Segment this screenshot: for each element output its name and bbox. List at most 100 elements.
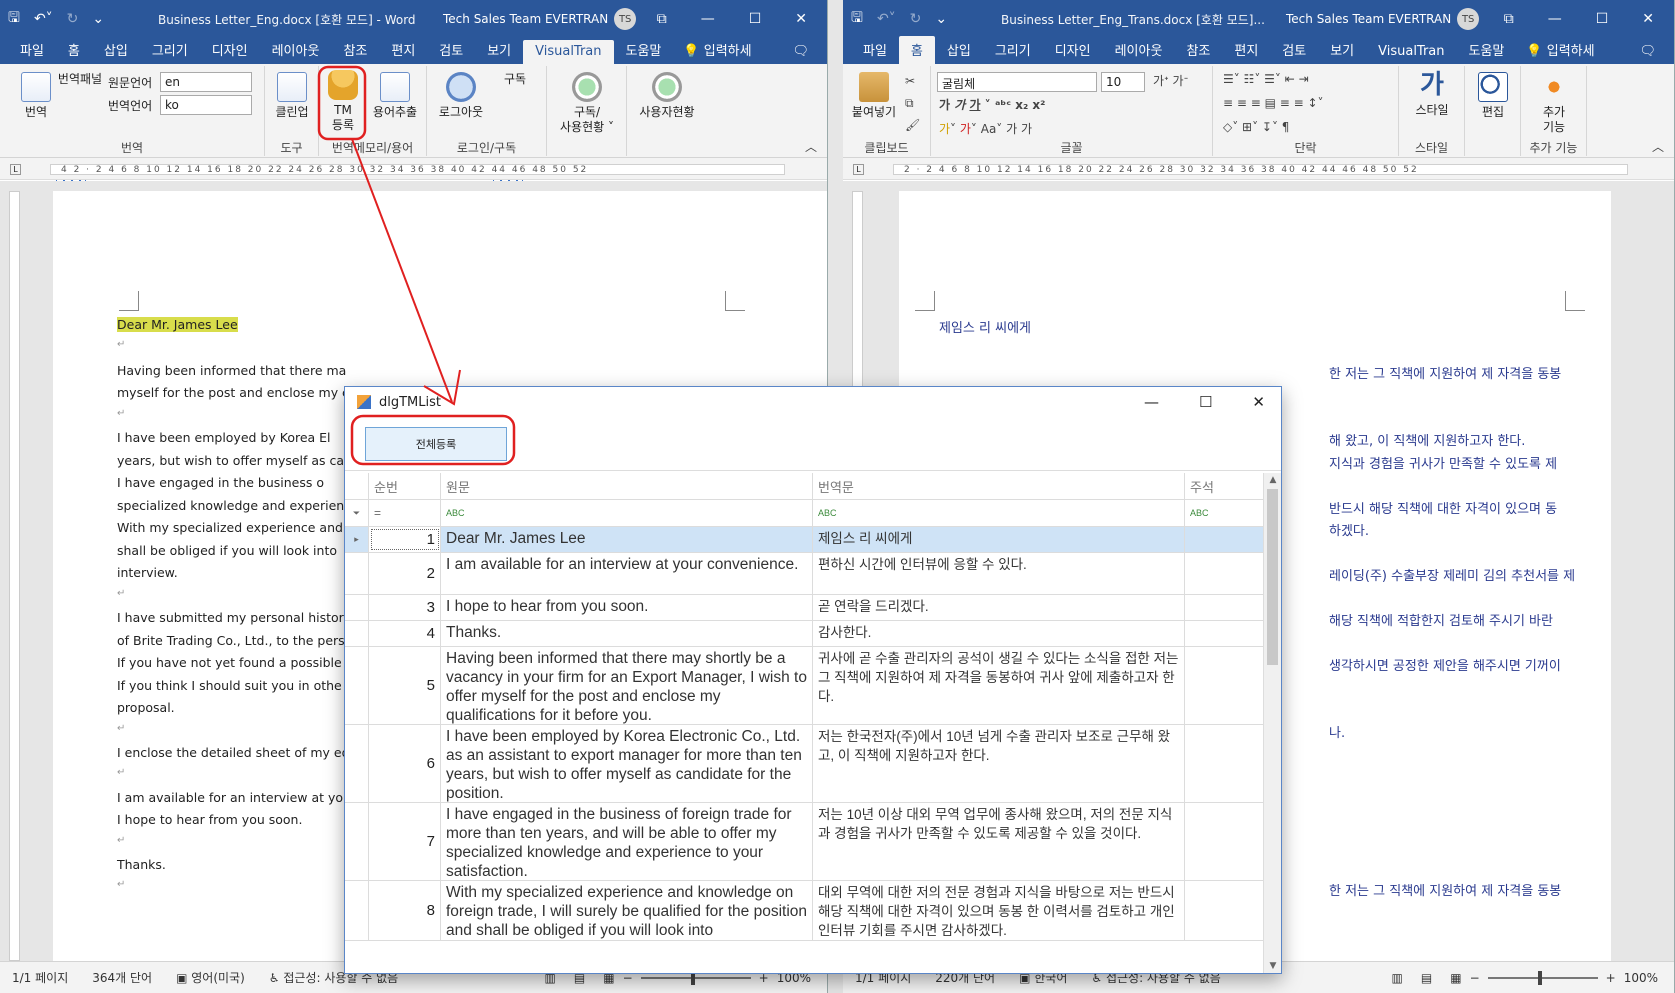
cell-target[interactable]: 저는 한국전자(주)에서 10년 넘게 수출 관리자 보조로 근무해 왔고, 이… <box>813 725 1185 802</box>
doc-paragraph[interactable]: 레이딩(주) 수출부장 제레미 김의 추천서를 제 <box>1329 565 1575 584</box>
column-header-source[interactable]: 원문 <box>441 473 813 499</box>
user-account[interactable]: Tech Sales Team EVERTRAN TS <box>443 8 643 30</box>
table-row[interactable]: 4 Thanks. 감사한다. <box>345 621 1263 647</box>
minimize-icon[interactable]: — <box>1548 11 1562 27</box>
ruler-scale[interactable]: 4 2 · 2 4 6 8 10 12 14 16 18 20 22 24 26… <box>50 164 785 175</box>
cell-no[interactable]: 8 <box>369 881 441 940</box>
register-all-button[interactable]: 전체등록 <box>365 427 507 461</box>
cell-note[interactable] <box>1185 647 1263 724</box>
ruler-scale[interactable]: 2 · 2 4 6 8 10 12 14 16 18 20 22 24 26 2… <box>893 164 1628 175</box>
ribbon-display-icon[interactable]: ⧉ <box>657 11 667 27</box>
tab-6[interactable]: 참조 <box>331 40 379 64</box>
doc-paragraph[interactable]: 반드시 해당 직책에 대한 자격이 있으며 동 <box>1329 498 1557 517</box>
user-account[interactable]: Tech Sales Team EVERTRAN TS <box>1286 8 1486 30</box>
maximize-icon[interactable]: ☐ <box>749 11 762 27</box>
comments-icon[interactable]: 🗨 <box>774 44 827 64</box>
doc-paragraph[interactable]: I enclose the detailed sheet of my ed <box>117 745 350 760</box>
cell-no[interactable]: 7 <box>369 803 441 880</box>
cell-note[interactable] <box>1185 725 1263 802</box>
doc-paragraph[interactable]: shall be obliged if you will look into <box>117 543 337 558</box>
doc-paragraph[interactable]: 제임스 리 씨에게 <box>939 317 1031 336</box>
tab-1[interactable]: 홈 <box>56 40 92 64</box>
table-row[interactable]: 8 With my specialized experience and know… <box>345 881 1263 941</box>
tab-9[interactable]: 보기 <box>1318 40 1366 64</box>
customize-qat-icon[interactable]: ⌄ <box>935 11 947 27</box>
cell-no[interactable]: 4 <box>369 621 441 646</box>
cell-source[interactable]: I have engaged in the business of foreig… <box>441 803 813 880</box>
scroll-down-icon[interactable]: ▼ <box>1264 961 1282 971</box>
font-effects-row[interactable]: 가˅ 가˅ Aa˅ 가 가 <box>939 120 1032 137</box>
tab-0[interactable]: 파일 <box>8 40 56 64</box>
tab-6[interactable]: 참조 <box>1174 40 1222 64</box>
cell-target[interactable]: 편하신 시간에 인터뷰에 응할 수 있다. <box>813 553 1185 594</box>
avatar[interactable]: TS <box>614 8 637 30</box>
column-header-no[interactable]: 순번 <box>369 473 441 499</box>
cell-source[interactable]: With my specialized experience and knowl… <box>441 881 813 940</box>
status-words[interactable]: 364개 단어 <box>92 969 152 986</box>
filter-no[interactable]: = <box>369 500 441 526</box>
status-language[interactable]: ▣ 영어(미국) <box>176 969 245 986</box>
cut-icon[interactable]: ✂ <box>905 74 915 88</box>
tab-9[interactable]: 보기 <box>475 40 523 64</box>
table-row[interactable]: 2I am available for an interview at your… <box>345 553 1263 595</box>
zoom-in-icon[interactable]: + <box>1606 971 1616 985</box>
translate-button[interactable]: 번역 <box>14 72 58 120</box>
tab-selector[interactable]: L <box>10 164 21 175</box>
term-extract-button[interactable]: 용어추출 <box>367 72 423 120</box>
vertical-scrollbar[interactable]: ▲ ▼ <box>1263 473 1281 973</box>
panel-button[interactable]: 번역패널 <box>54 72 106 188</box>
zoom-level[interactable]: 100% <box>1624 971 1658 985</box>
save-icon[interactable]: 🖫 <box>851 7 863 31</box>
tab-2[interactable]: 삽입 <box>935 40 983 64</box>
close-icon[interactable]: ✕ <box>795 11 807 27</box>
table-row[interactable]: 6I have been employed by Korea Electroni… <box>345 725 1263 803</box>
tab-2[interactable]: 삽입 <box>92 40 140 64</box>
cell-note[interactable] <box>1185 595 1263 620</box>
tab-10[interactable]: VisualTran <box>523 40 614 64</box>
doc-paragraph[interactable]: 나. <box>1329 722 1345 741</box>
doc-paragraph[interactable]: If you have not yet found a possible <box>117 655 342 670</box>
scroll-up-icon[interactable]: ▲ <box>1264 475 1282 485</box>
tab-3[interactable]: 그리기 <box>983 40 1043 64</box>
tab-selector[interactable]: L <box>853 164 864 175</box>
close-icon[interactable]: ✕ <box>1642 11 1654 27</box>
list-icons[interactable]: ☰˅ ☷˅ ☰˅ ⇤ ⇥ <box>1223 72 1309 86</box>
font-size-select[interactable]: 10 <box>1101 72 1145 92</box>
paste-button[interactable]: 붙여넣기 <box>849 72 899 120</box>
cell-source[interactable]: Dear Mr. James Lee <box>441 527 813 552</box>
cell-no[interactable]: 2 <box>369 553 441 594</box>
tab-8[interactable]: 검토 <box>1270 40 1318 64</box>
cell-note[interactable] <box>1185 803 1263 880</box>
user-usage-button[interactable]: 사용자현황 <box>631 72 703 120</box>
doc-paragraph[interactable]: myself for the post and enclose my c <box>117 385 349 400</box>
filter-note[interactable]: ABC <box>1185 500 1263 526</box>
print-layout-icon[interactable]: ▤ <box>1421 971 1432 985</box>
avatar[interactable]: TS <box>1457 8 1480 30</box>
status-page[interactable]: 1/1 페이지 <box>12 969 68 986</box>
ribbon-display-icon[interactable]: ⧉ <box>1504 11 1514 27</box>
table-row[interactable]: 7I have engaged in the business of forei… <box>345 803 1263 881</box>
source-language-input[interactable]: en <box>160 72 252 92</box>
row-indicator[interactable] <box>345 621 369 646</box>
tab-7[interactable]: 편지 <box>379 40 427 64</box>
tab-8[interactable]: 검토 <box>427 40 475 64</box>
doc-paragraph[interactable]: I have been employed by Korea El <box>117 430 331 445</box>
doc-paragraph[interactable]: 하겠다. <box>1329 520 1369 539</box>
doc-paragraph[interactable]: I have engaged in the business o <box>117 475 324 490</box>
cell-no[interactable]: 1 <box>369 527 441 552</box>
cell-no[interactable]: 5 <box>369 647 441 724</box>
tab-5[interactable]: 레이아웃 <box>260 40 332 64</box>
minimize-icon[interactable]: — <box>701 11 715 27</box>
maximize-icon[interactable]: ☐ <box>1596 11 1609 27</box>
doc-paragraph[interactable]: proposal. <box>117 700 175 715</box>
cell-source[interactable]: I have been employed by Korea Electronic… <box>441 725 813 802</box>
undo-icon[interactable]: ↶˅ <box>877 11 896 27</box>
tab-3[interactable]: 그리기 <box>140 40 200 64</box>
tab-1[interactable]: 홈 <box>898 36 935 64</box>
column-header-note[interactable]: 주석 <box>1185 473 1263 499</box>
zoom-slider[interactable] <box>1487 970 1598 985</box>
row-indicator[interactable] <box>345 881 369 940</box>
row-indicator[interactable] <box>345 647 369 724</box>
table-row[interactable]: ▸ 1 Dear Mr. James Lee 제임스 리 씨에게 <box>345 527 1263 553</box>
comments-icon[interactable]: 🗨 <box>1621 44 1674 64</box>
